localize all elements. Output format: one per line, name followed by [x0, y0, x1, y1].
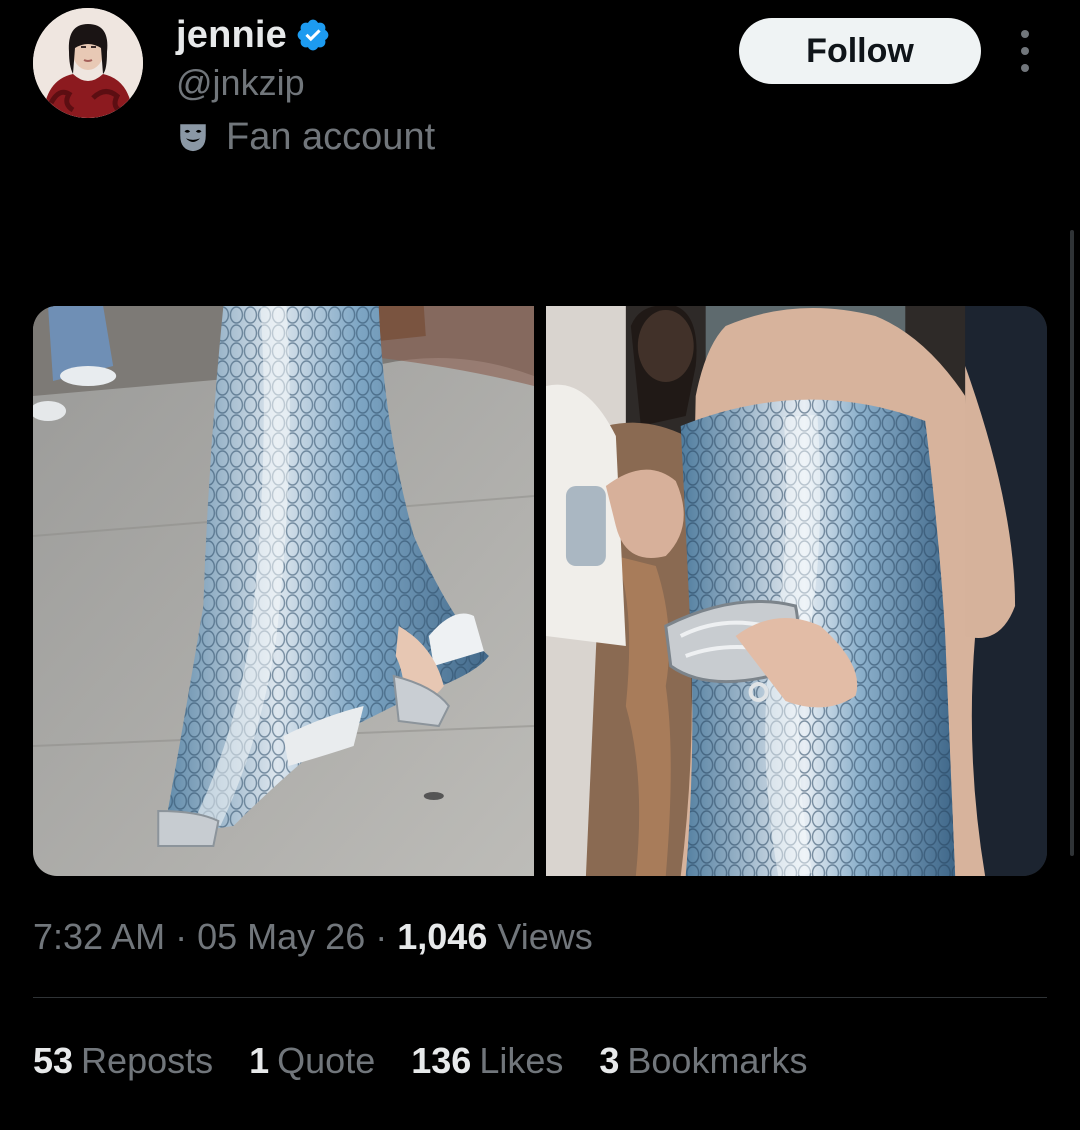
media-photo-2[interactable] [546, 306, 1047, 876]
meta-separator: · [175, 916, 188, 957]
reposts-label: Reposts [81, 1040, 214, 1081]
fan-account-label: Fan account [226, 115, 436, 158]
theater-mask-icon [176, 120, 210, 154]
more-dots-icon[interactable] [1008, 30, 1042, 72]
reposts-stat[interactable]: 53 Reposts [33, 1040, 213, 1082]
views-count: 1,046 [397, 916, 488, 957]
divider [33, 997, 1047, 998]
likes-count: 136 [411, 1040, 472, 1081]
reposts-count: 53 [33, 1040, 74, 1081]
quotes-stat[interactable]: 1 Quote [249, 1040, 375, 1082]
tweet-time[interactable]: 7:32 AM [33, 916, 165, 957]
verified-badge-icon[interactable] [295, 17, 331, 53]
tweet-date[interactable]: 05 May 26 [197, 916, 365, 957]
author-display-name[interactable]: jennie [176, 14, 287, 57]
more-dot [1021, 64, 1029, 72]
likes-label: Likes [479, 1040, 564, 1081]
bookmarks-count: 3 [599, 1040, 620, 1081]
bookmarks-label: Bookmarks [627, 1040, 808, 1081]
author-name-row[interactable]: jennie [176, 10, 331, 60]
media-photo-1[interactable] [33, 306, 534, 876]
follow-button[interactable]: Follow [739, 18, 981, 84]
views-label: Views [497, 916, 593, 957]
author-handle[interactable]: @jnkzip [176, 62, 305, 104]
tweet-timestamp-views: 7:32 AM · 05 May 26 · 1,046 Views [33, 916, 593, 958]
quotes-count: 1 [249, 1040, 270, 1081]
engagement-stats: 53 Reposts 1 Quote 136 Likes 3 Bookmarks [33, 1040, 843, 1082]
tweet-media[interactable] [33, 306, 1047, 876]
author-avatar[interactable] [33, 8, 143, 118]
more-dot [1021, 30, 1029, 38]
likes-stat[interactable]: 136 Likes [411, 1040, 563, 1082]
account-label: Fan account [176, 114, 435, 160]
quotes-label: Quote [277, 1040, 376, 1081]
bookmarks-stat[interactable]: 3 Bookmarks [599, 1040, 807, 1082]
more-dot [1021, 47, 1029, 55]
scrollbar[interactable] [1070, 230, 1074, 856]
meta-separator: · [375, 916, 388, 957]
